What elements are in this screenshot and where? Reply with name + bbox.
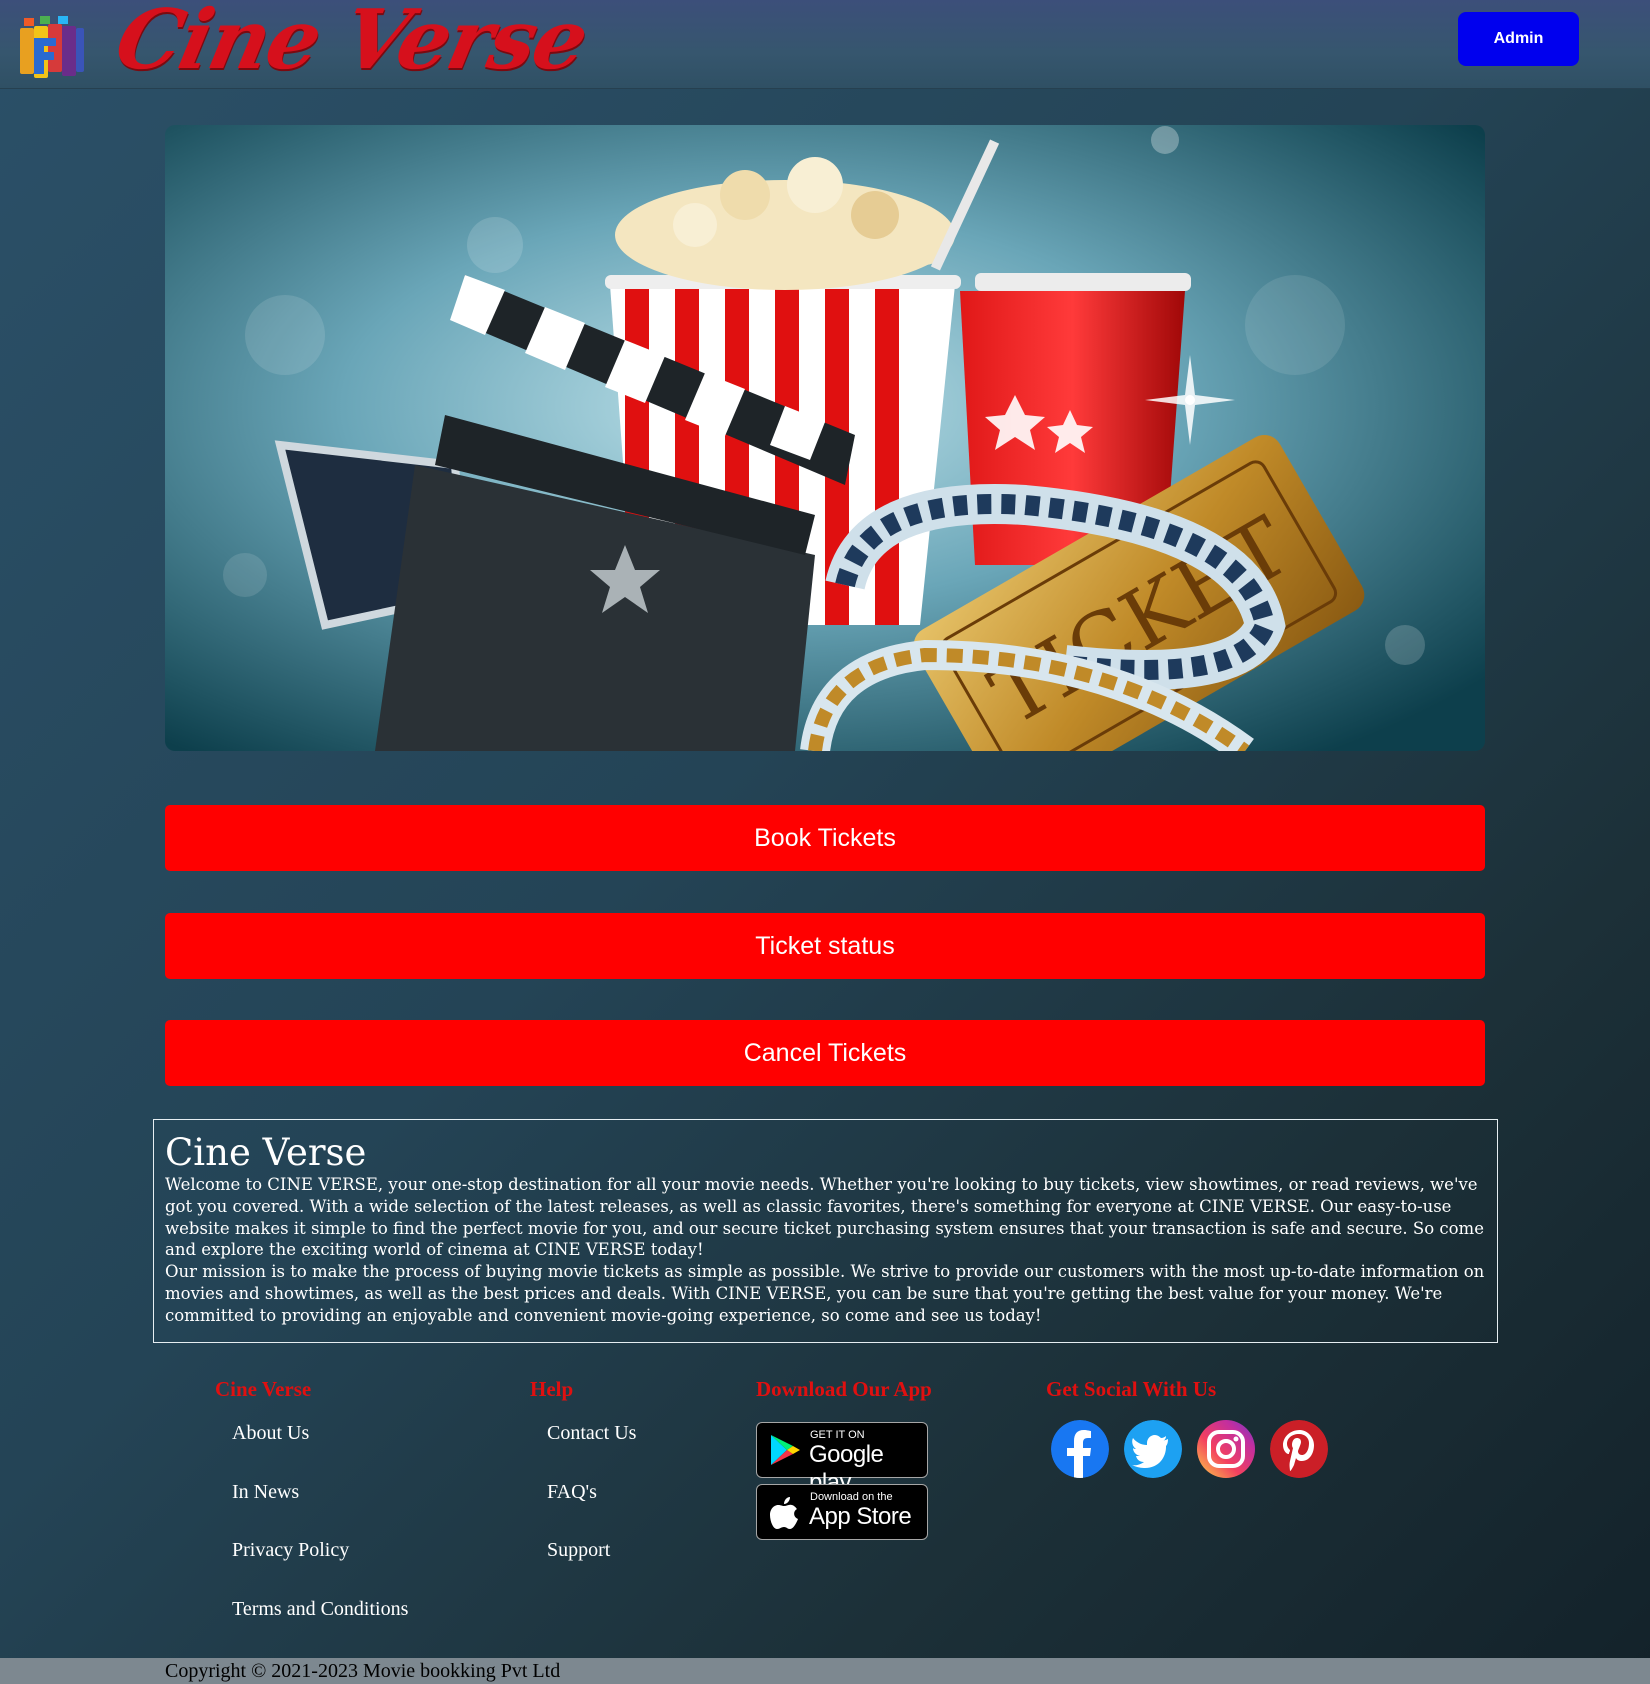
copyright-bar: Copyright © 2021-2023 Movie bookking Pvt… <box>0 1658 1650 1684</box>
footer-link-faqs[interactable]: FAQ's <box>547 1481 597 1503</box>
footer-heading-download: Download Our App <box>756 1377 932 1401</box>
google-play-icon <box>771 1435 800 1465</box>
footer-link-privacy-policy[interactable]: Privacy Policy <box>232 1539 349 1561</box>
footer-link-terms[interactable]: Terms and Conditions <box>232 1598 408 1620</box>
footer-column-social: Get Social With Us <box>1046 1377 1328 1478</box>
google-play-badge[interactable]: GET IT ON Google play <box>756 1422 928 1496</box>
about-section: Cine Verse Welcome to CINE VERSE, your o… <box>153 1119 1498 1343</box>
instagram-icon[interactable] <box>1197 1420 1255 1478</box>
footer-heading-help: Help <box>530 1377 574 1401</box>
copyright-text: Copyright © 2021-2023 Movie bookking Pvt… <box>165 1660 561 1682</box>
footer-link-contact-us[interactable]: Contact Us <box>547 1422 636 1444</box>
facebook-icon[interactable] <box>1051 1420 1109 1478</box>
site-header: Cine Verse Admin <box>0 0 1650 89</box>
google-play-small-text: GET IT ON <box>810 1429 865 1441</box>
footer-column-download: Download Our App GET IT ON Google play D… <box>756 1377 932 1546</box>
about-paragraph-mission: Our mission is to make the process of bu… <box>165 1262 1485 1325</box>
footer-link-support[interactable]: Support <box>547 1539 610 1561</box>
footer-column-help: Help Contact Us FAQ's Support <box>530 1377 636 1598</box>
twitter-icon[interactable] <box>1124 1420 1182 1478</box>
footer-heading-cineverse: Cine Verse <box>215 1377 312 1401</box>
cineverse-logo-icon[interactable] <box>18 14 86 82</box>
cancel-tickets-button[interactable]: Cancel Tickets <box>165 1020 1485 1086</box>
admin-button[interactable]: Admin <box>1458 12 1579 66</box>
footer-link-about-us[interactable]: About Us <box>232 1422 309 1444</box>
footer-heading-social: Get Social With Us <box>1046 1377 1217 1401</box>
app-store-small-text: Download on the <box>810 1491 893 1503</box>
apple-icon <box>770 1497 798 1529</box>
footer-link-in-news[interactable]: In News <box>232 1481 299 1503</box>
ticket-status-button[interactable]: Ticket status <box>165 913 1485 979</box>
pinterest-icon[interactable] <box>1270 1420 1328 1478</box>
app-store-big-text: App Store <box>809 1503 912 1530</box>
about-title: Cine Verse <box>165 1131 367 1174</box>
footer-column-cineverse: Cine Verse About Us In News Privacy Poli… <box>215 1377 408 1656</box>
hero-banner-image: TICKET <box>165 125 1485 751</box>
book-tickets-button[interactable]: Book Tickets <box>165 805 1485 871</box>
app-store-badge[interactable]: Download on the App Store <box>756 1484 928 1540</box>
about-paragraph-welcome: Welcome to CINE VERSE, your one-stop des… <box>165 1175 1484 1260</box>
brand-logo-text[interactable]: Cine Verse <box>108 0 595 88</box>
